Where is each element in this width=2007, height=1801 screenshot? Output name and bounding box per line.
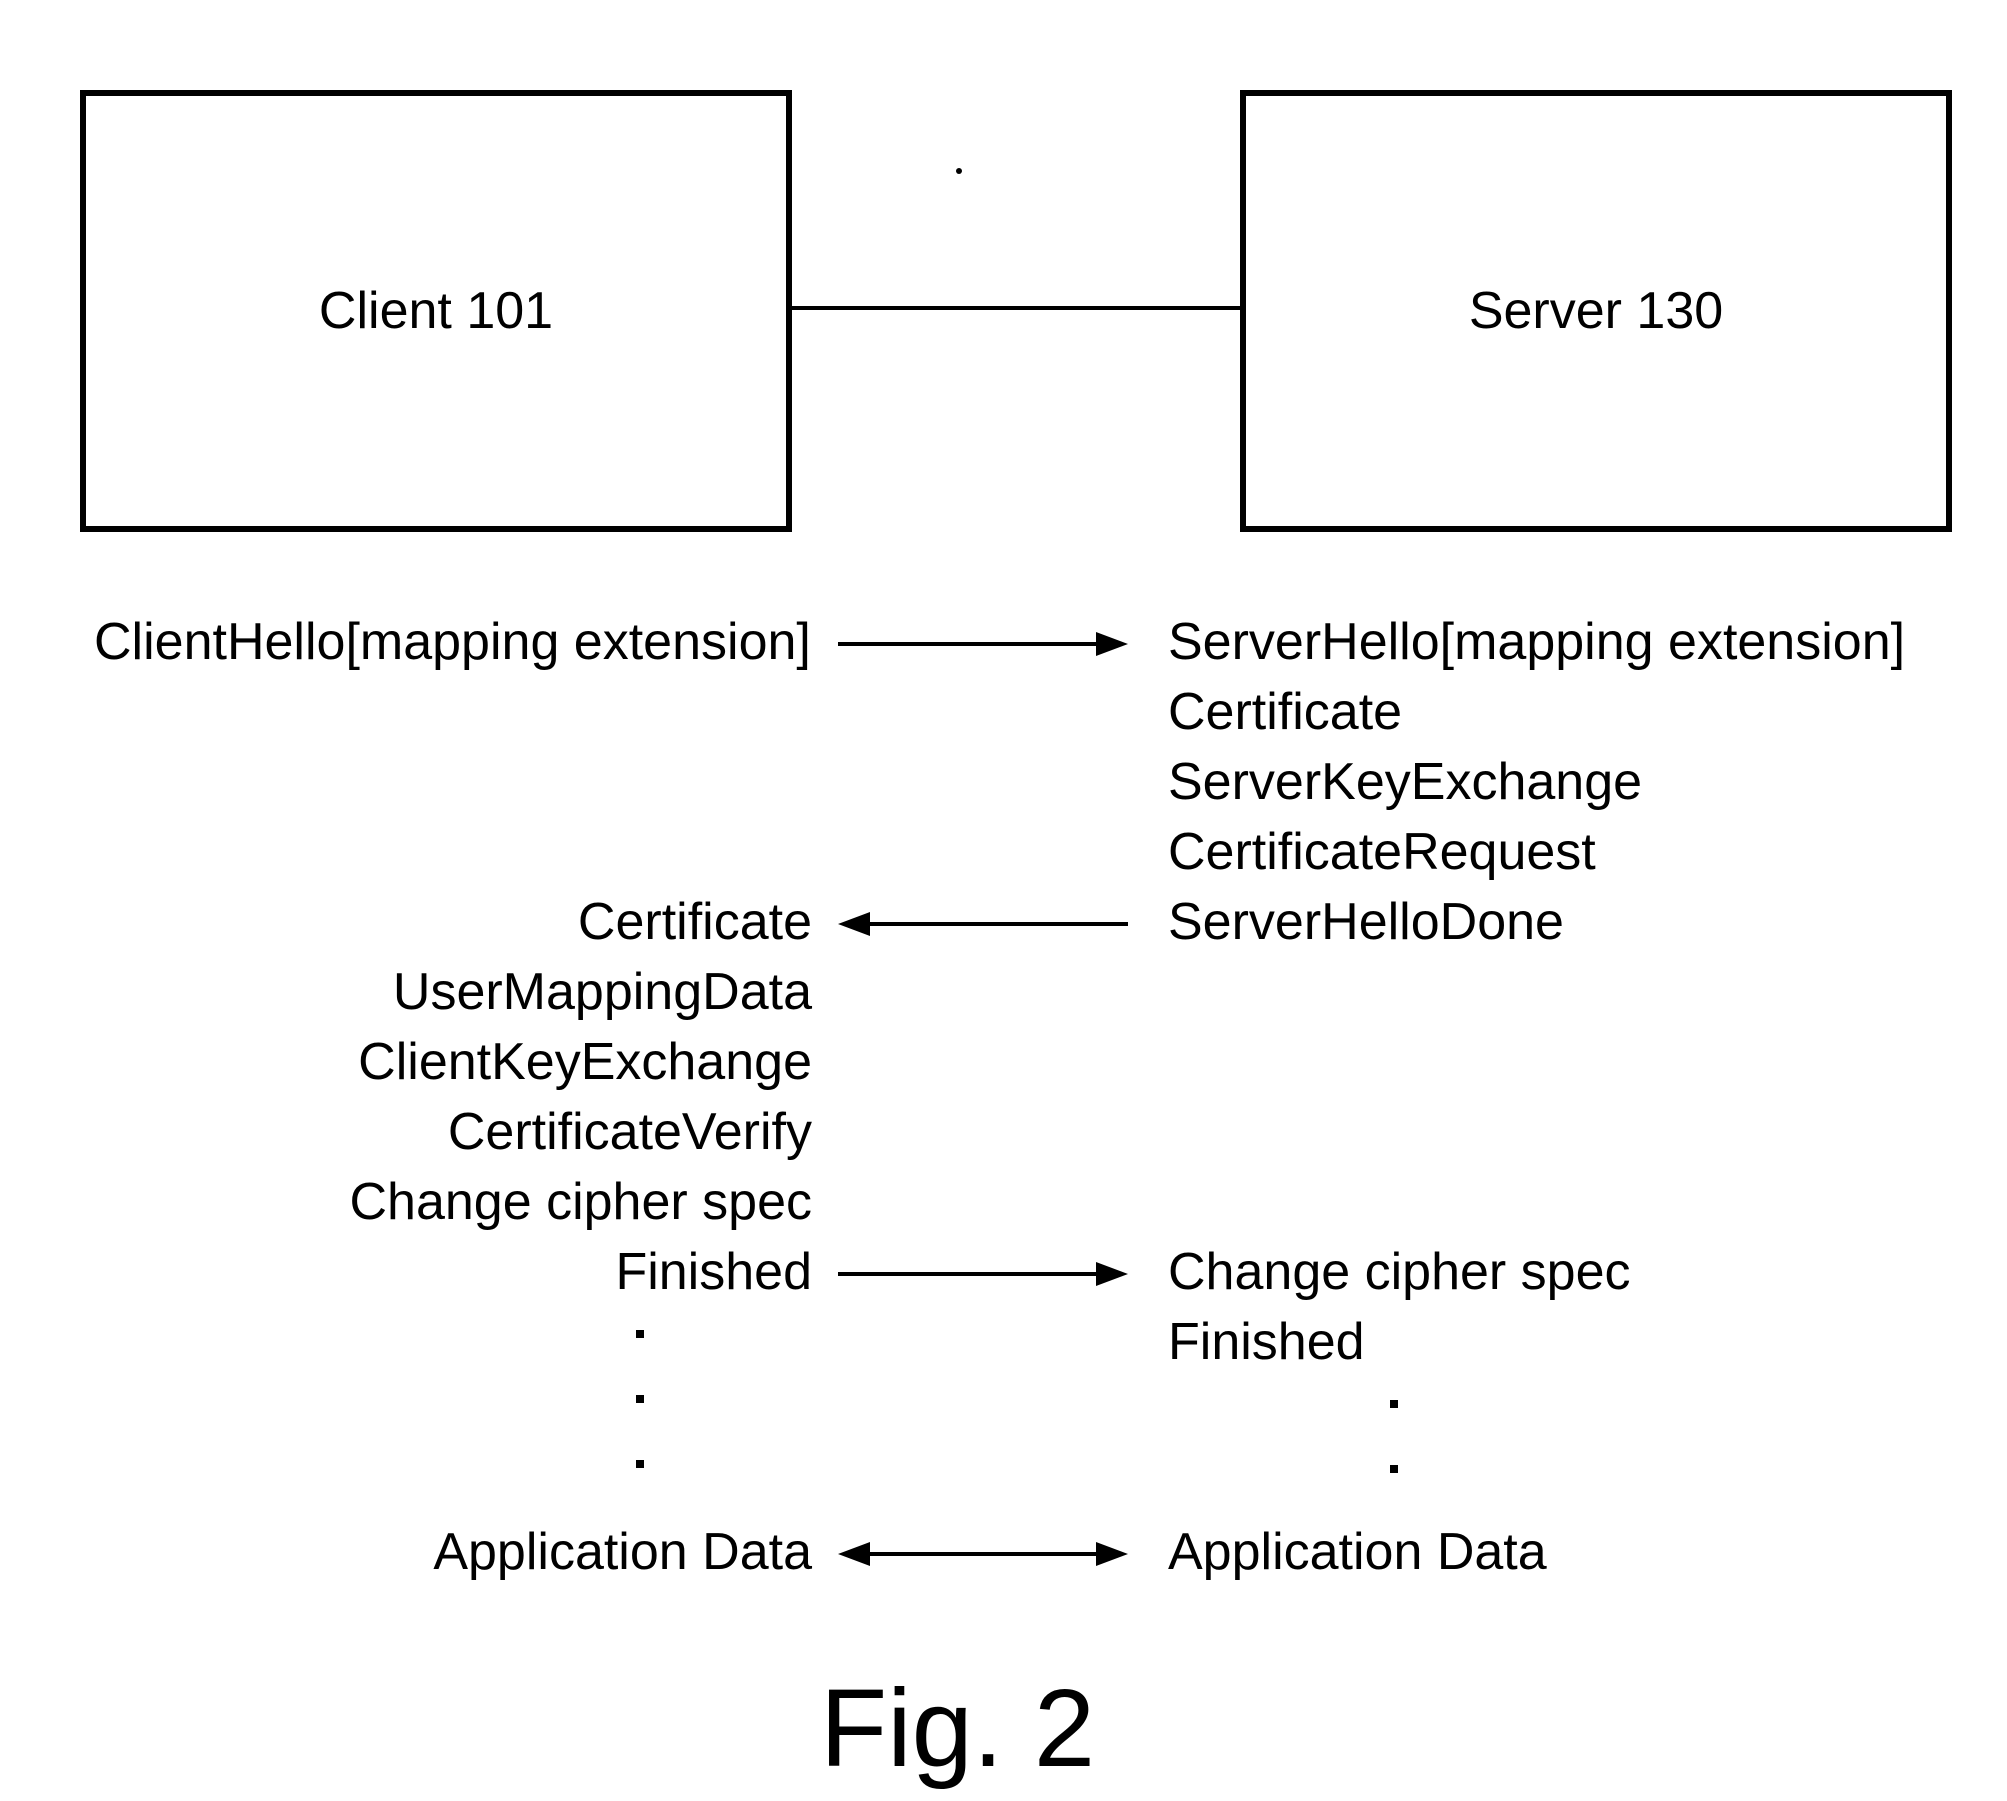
stray-dot (956, 168, 962, 174)
client-dot-2 (636, 1395, 644, 1403)
server-hello-label: ServerHello[mapping extension] (1168, 616, 1905, 668)
client-usermapping-label: UserMappingData (393, 966, 812, 1018)
arrow-client-to-server-1 (838, 630, 1128, 660)
client-box-label: Client 101 (319, 281, 553, 341)
server-appdata-label: Application Data (1168, 1526, 1547, 1578)
client-finished-label: Finished (615, 1246, 812, 1298)
server-change-cipher-label: Change cipher spec (1168, 1246, 1631, 1298)
client-certificate-label: Certificate (578, 896, 812, 948)
server-finished-label: Finished (1168, 1316, 1365, 1368)
server-certificate-label: Certificate (1168, 686, 1402, 738)
client-appdata-label: Application Data (433, 1526, 812, 1578)
diagram-page: Client 101 Server 130 ClientHello[mappin… (0, 0, 2007, 1801)
server-dot-2 (1390, 1465, 1398, 1473)
client-change-cipher-label: Change cipher spec (349, 1176, 812, 1228)
arrow-client-to-server-2 (838, 1260, 1128, 1290)
server-box: Server 130 (1240, 90, 1952, 532)
client-key-exchange-label: ClientKeyExchange (358, 1036, 812, 1088)
client-box: Client 101 (80, 90, 792, 532)
client-hello-label: ClientHello[mapping extension] (94, 616, 811, 668)
server-dot-1 (1390, 1400, 1398, 1408)
arrow-bidir-appdata (838, 1540, 1128, 1570)
server-hello-done-label: ServerHelloDone (1168, 896, 1564, 948)
client-dot-1 (636, 1330, 644, 1338)
server-cert-request-label: CertificateRequest (1168, 826, 1596, 878)
figure-caption: Fig. 2 (820, 1665, 1095, 1792)
box-connector (786, 306, 1240, 310)
client-dot-3 (636, 1460, 644, 1468)
arrow-server-to-client-1 (838, 910, 1128, 940)
server-key-exchange-label: ServerKeyExchange (1168, 756, 1642, 808)
server-box-label: Server 130 (1469, 281, 1723, 341)
client-cert-verify-label: CertificateVerify (448, 1106, 812, 1158)
